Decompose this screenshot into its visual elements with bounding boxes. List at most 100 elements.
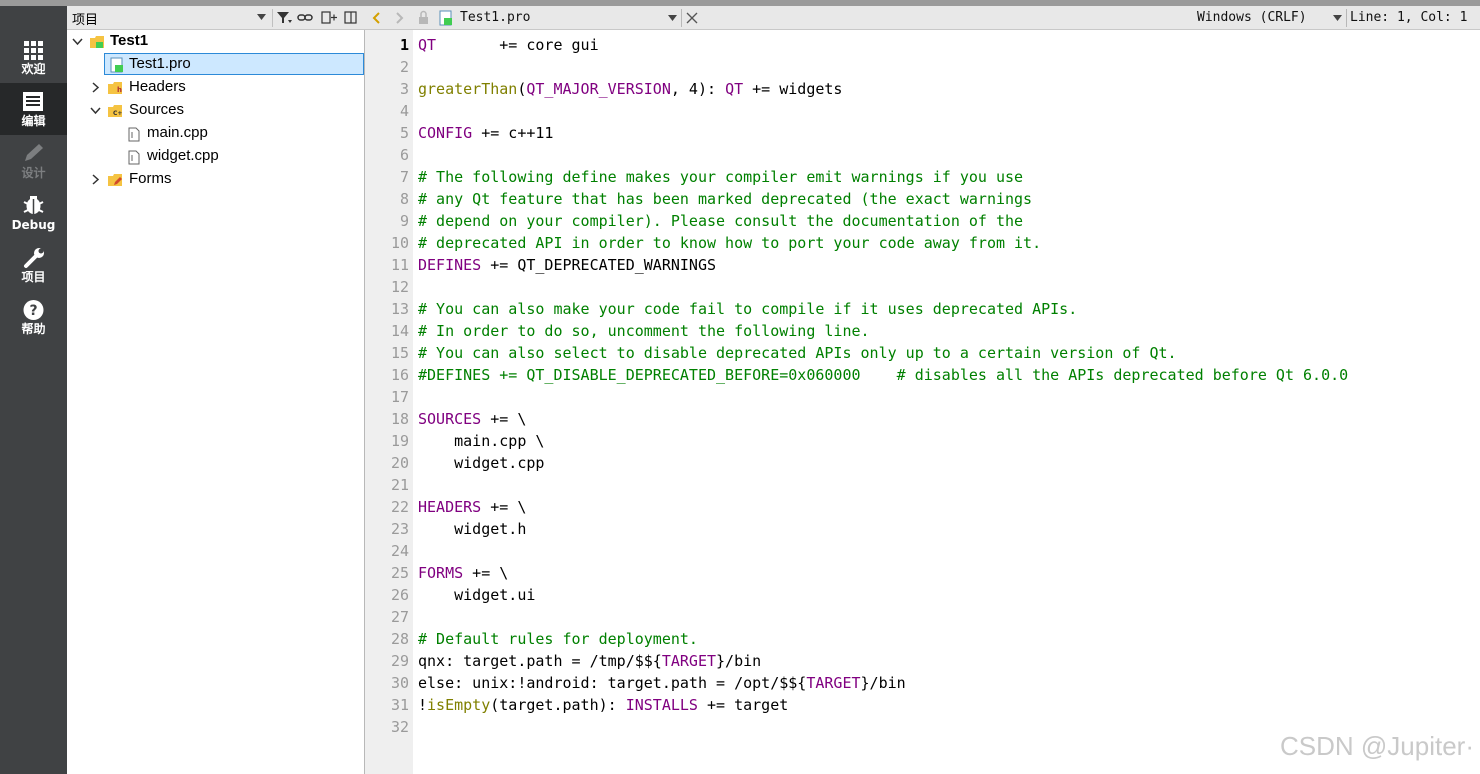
mode-debug-label: Debug [11,218,56,232]
tree-item-label: main.cpp [147,124,208,141]
back-arrow-icon[interactable] [369,9,385,27]
grid-icon [24,41,43,60]
forward-arrow-icon[interactable] [391,9,407,27]
toolbar-separator [681,9,682,27]
code-line[interactable]: # depend on your compiler). Please consu… [418,210,1023,232]
project-panel-header: 项目 [67,6,365,30]
code-token: main.cpp \ [418,432,545,450]
line-number: 16 [390,366,409,384]
line-number: 15 [390,344,409,362]
code-line[interactable]: main.cpp \ [418,430,544,452]
tree-item-main-cpp[interactable]: main.cpp [67,122,365,145]
line-number: 28 [390,630,409,648]
chevron-right-icon[interactable] [90,174,101,185]
line-number: 32 [390,718,409,736]
headers-folder-icon: h [108,82,122,94]
line-number: 1 [399,36,409,54]
code-token: # deprecated API in order to know how to… [418,234,1042,252]
line-number: 7 [399,168,409,186]
tree-item-label: Sources [129,101,185,118]
line-ending-dropdown-icon[interactable] [1333,15,1342,21]
code-line[interactable]: !isEmpty(target.path): INSTALLS += targe… [418,694,788,716]
filter-icon[interactable] [275,9,293,26]
code-line[interactable]: widget.cpp [418,452,544,474]
mode-debug[interactable]: Debug [0,187,67,239]
code-line[interactable]: widget.h [418,518,526,540]
code-line[interactable]: SOURCES += \ [418,408,526,430]
lock-icon [419,10,428,24]
code-line[interactable]: # In order to do so, uncomment the follo… [418,320,870,342]
tree-item-test1[interactable]: Test1 [67,30,365,53]
qt-pro-file-icon [110,57,123,73]
chevron-right-icon[interactable] [90,82,101,93]
mode-edit-label: 编辑 [21,114,46,128]
line-number: 6 [399,146,409,164]
code-line[interactable]: # You can also select to disable depreca… [418,342,1177,364]
code-token: # depend on your compiler). Please consu… [418,212,1024,230]
split-panel-icon[interactable] [320,9,338,26]
line-number: 13 [390,300,409,318]
mode-design[interactable]: 设计 [0,135,67,187]
mode-help-label: 帮助 [21,322,46,336]
code-token: (target.path): [490,696,626,714]
code-line[interactable]: # any Qt feature that has been marked de… [418,188,1032,210]
code-token: += widgets [743,80,843,98]
sources-folder-icon: C+ [108,105,122,117]
tree-item-headers[interactable]: h Headers [67,76,365,99]
link-sync-icon[interactable] [296,9,314,26]
tree-item-test1-pro[interactable]: Test1.pro [67,53,365,76]
code-line[interactable]: CONFIG += c++11 [418,122,553,144]
line-number: 3 [399,80,409,98]
code-line[interactable]: # You can also make your code fail to co… [418,298,1077,320]
code-line[interactable]: widget.ui [418,584,535,606]
code-token: SOURCES [418,410,482,428]
mode-welcome[interactable]: 欢迎 [0,31,67,83]
code-line[interactable]: #DEFINES += QT_DISABLE_DEPRECATED_BEFORE… [418,364,1348,386]
wrench-icon [24,248,44,268]
code-token: , 4): [670,80,726,98]
code-line[interactable]: # Default rules for deployment. [418,628,698,650]
mode-welcome-label: 欢迎 [21,62,46,76]
code-token: += c++11 [472,124,554,142]
code-token: TARGET [661,652,717,670]
line-number: 8 [399,190,409,208]
line-ending-selector[interactable]: Windows (CRLF) [1197,10,1307,25]
cursor-position[interactable]: Line: 1, Col: 1 [1350,10,1467,25]
mode-help[interactable]: ? 帮助 [0,291,67,343]
code-line[interactable]: DEFINES += QT_DEPRECATED_WARNINGS [418,254,716,276]
editor-toolbar: Test1.pro Windows (CRLF) Line: 1, Col: 1 [365,6,1480,30]
code-token: widget.cpp [418,454,545,472]
view-selector-dropdown-icon[interactable] [257,14,266,20]
svg-text:?: ? [29,303,37,319]
close-icon[interactable] [684,9,700,27]
code-line[interactable]: # deprecated API in order to know how to… [418,232,1041,254]
code-line[interactable]: FORMS += \ [418,562,508,584]
line-number: 25 [390,564,409,582]
code-line[interactable]: QT += core gui [418,34,599,56]
mode-projects[interactable]: 项目 [0,239,67,291]
close-panel-icon[interactable] [342,9,360,26]
code-line[interactable]: HEADERS += \ [418,496,526,518]
code-token: += \ [481,410,527,428]
tree-item-widget-cpp[interactable]: widget.cpp [67,145,365,168]
tree-item-sources[interactable]: C+ Sources [67,99,365,122]
code-line[interactable]: greaterThan(QT_MAJOR_VERSION, 4): QT += … [418,78,842,100]
mode-edit[interactable]: 编辑 [0,83,67,135]
code-token: DEFINES [418,256,482,274]
code-line[interactable]: else: unix:!android: target.path = /opt/… [418,672,906,694]
mode-design-label: 设计 [21,166,46,180]
code-token: widget.h [418,520,527,538]
open-file-name[interactable]: Test1.pro [460,10,530,25]
code-line[interactable]: qnx: target.path = /tmp/$${TARGET}/bin [418,650,761,672]
tree-item-forms[interactable]: Forms [67,168,365,191]
code-token: widget.ui [418,586,536,604]
pencil-icon [25,144,43,161]
code-token: QT_MAJOR_VERSION [526,80,671,98]
line-number: 18 [390,410,409,428]
code-line[interactable]: # The following define makes your compil… [418,166,1023,188]
chevron-down-icon[interactable] [72,36,83,47]
chevron-down-icon[interactable] [90,105,101,116]
file-dropdown-icon[interactable] [668,15,677,21]
forms-folder-icon [108,174,122,186]
tree-item-label: widget.cpp [147,147,219,164]
